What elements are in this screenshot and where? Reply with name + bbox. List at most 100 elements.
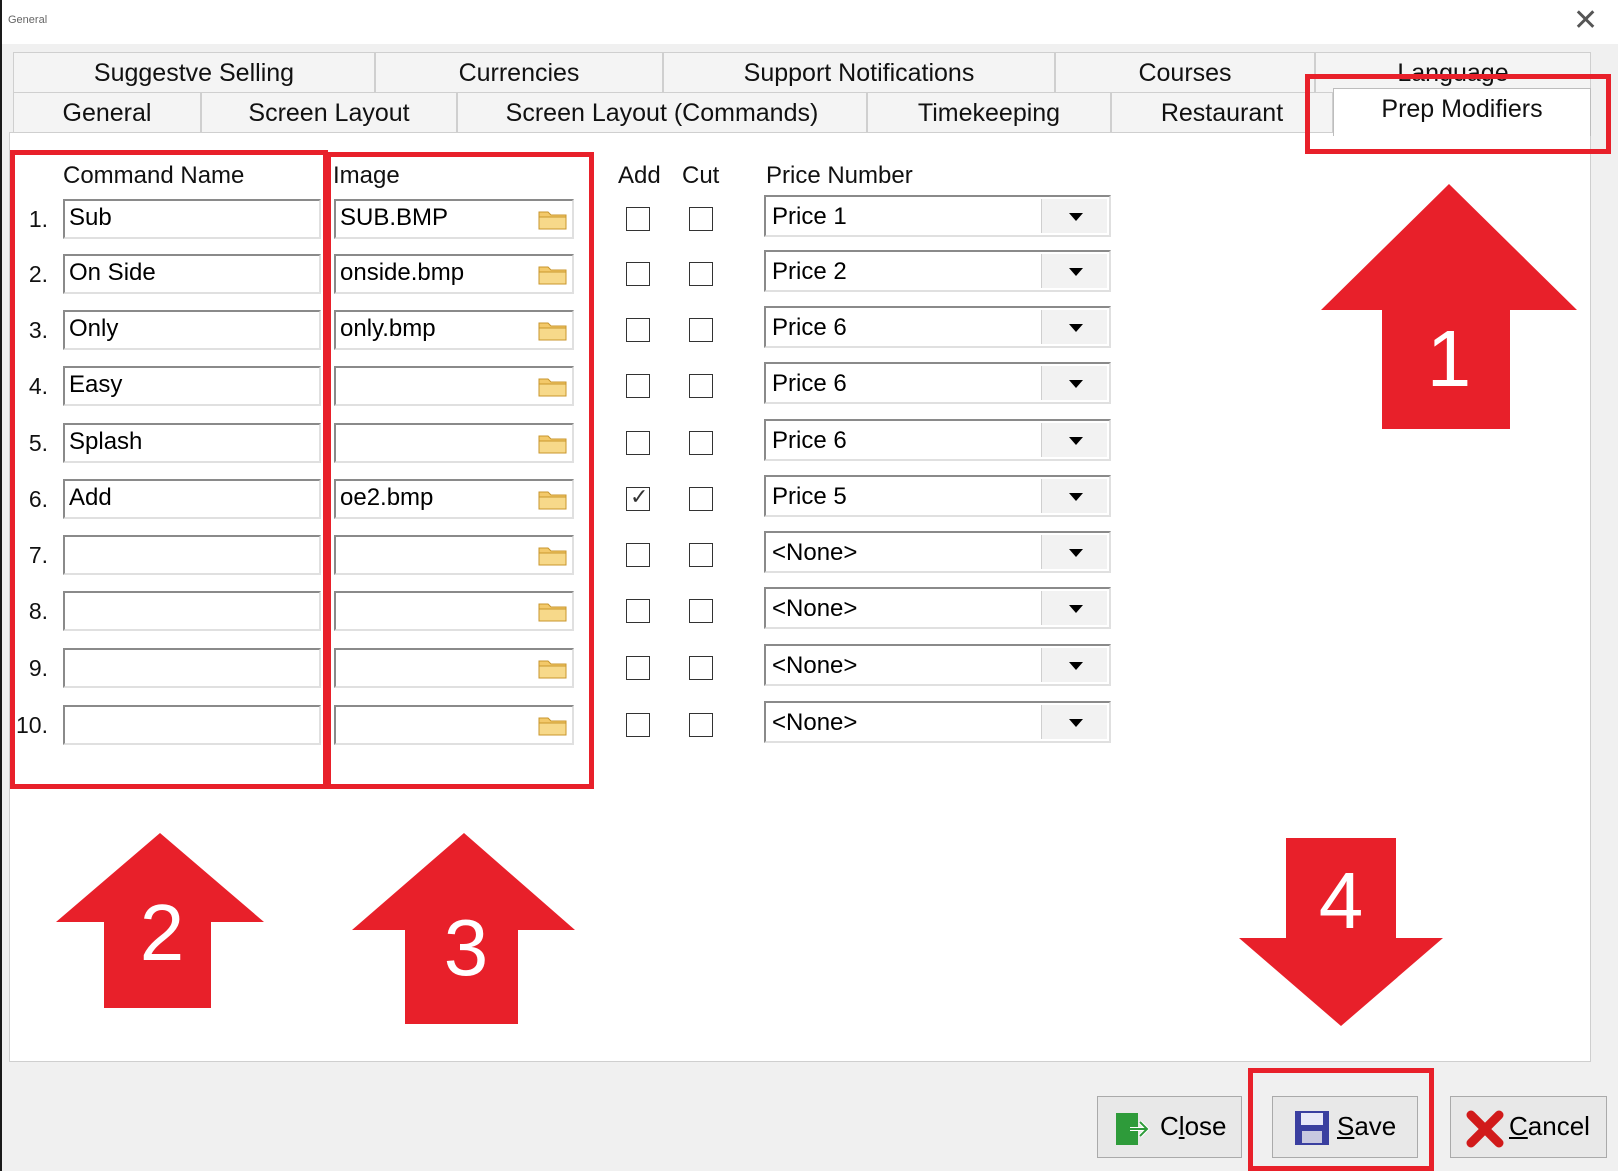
tab-restaurant[interactable]: Restaurant bbox=[1111, 92, 1333, 132]
tab-label: Screen Layout (Commands) bbox=[505, 99, 819, 127]
tab-currencies[interactable]: Currencies bbox=[375, 52, 663, 92]
cut-checkbox[interactable] bbox=[689, 318, 713, 342]
red-x-icon bbox=[1466, 1110, 1504, 1148]
cut-checkbox[interactable] bbox=[689, 656, 713, 680]
price-number-value: <None> bbox=[772, 709, 858, 736]
tab-label: Screen Layout bbox=[248, 99, 410, 127]
window-title: General bbox=[8, 14, 48, 26]
dropdown-button[interactable] bbox=[1041, 254, 1107, 288]
price-number-value: <None> bbox=[772, 652, 858, 679]
close-icon[interactable]: ✕ bbox=[1573, 6, 1598, 36]
price-number-value: Price 2 bbox=[772, 258, 847, 285]
exit-door-icon bbox=[1116, 1113, 1150, 1145]
dropdown-button[interactable] bbox=[1041, 199, 1107, 233]
add-checkbox[interactable] bbox=[626, 431, 650, 455]
annotation-label-4: 4 bbox=[1319, 856, 1364, 945]
tab-label: Support Notifications bbox=[743, 59, 975, 87]
add-checkbox[interactable] bbox=[626, 543, 650, 567]
tab-label: Restaurant bbox=[1160, 99, 1284, 127]
chevron-down-icon bbox=[1069, 213, 1083, 221]
header-add: Add bbox=[618, 162, 661, 189]
chevron-down-icon bbox=[1069, 549, 1083, 557]
chevron-down-icon bbox=[1069, 662, 1083, 670]
cut-checkbox[interactable] bbox=[689, 431, 713, 455]
dropdown-button[interactable] bbox=[1041, 310, 1107, 344]
save-button[interactable]: Save bbox=[1272, 1096, 1418, 1158]
tab-support-notifications[interactable]: Support Notifications bbox=[663, 52, 1055, 92]
price-number-select[interactable]: <None> bbox=[764, 587, 1111, 629]
dropdown-button[interactable] bbox=[1041, 366, 1107, 400]
annotation-label-1: 1 bbox=[1427, 314, 1472, 403]
chevron-down-icon bbox=[1069, 493, 1083, 501]
floppy-disk-icon bbox=[1295, 1111, 1329, 1145]
add-checkbox[interactable] bbox=[626, 207, 650, 231]
price-number-value: Price 5 bbox=[772, 483, 847, 510]
annotation-arrow-2: 2 bbox=[56, 833, 264, 1008]
cancel-button-label: Cancel bbox=[1509, 1111, 1590, 1141]
dropdown-button[interactable] bbox=[1041, 591, 1107, 625]
annotation-arrow-1: 1 bbox=[1321, 184, 1577, 429]
highlight-image-column bbox=[326, 152, 594, 789]
add-checkbox[interactable] bbox=[626, 262, 650, 286]
price-number-value: Price 6 bbox=[772, 314, 847, 341]
cancel-button[interactable]: Cancel bbox=[1450, 1096, 1607, 1158]
dropdown-button[interactable] bbox=[1041, 479, 1107, 513]
tab-prep-modifiers[interactable]: Prep Modifiers bbox=[1333, 88, 1591, 136]
dropdown-button[interactable] bbox=[1041, 423, 1107, 457]
price-number-select[interactable]: Price 5 bbox=[764, 475, 1111, 517]
header-cut: Cut bbox=[682, 162, 720, 189]
price-number-select[interactable]: <None> bbox=[764, 531, 1111, 573]
close-button[interactable]: Close bbox=[1097, 1096, 1242, 1158]
dropdown-button[interactable] bbox=[1041, 648, 1107, 682]
header-price-number: Price Number bbox=[766, 162, 913, 189]
tab-general[interactable]: General bbox=[13, 92, 201, 132]
price-number-value: <None> bbox=[772, 595, 858, 622]
tab-label: Prep Modifiers bbox=[1381, 95, 1543, 123]
price-number-select[interactable]: Price 6 bbox=[764, 306, 1111, 348]
cut-checkbox[interactable] bbox=[689, 487, 713, 511]
add-checkbox[interactable] bbox=[626, 713, 650, 737]
add-checkbox[interactable] bbox=[626, 656, 650, 680]
annotation-label-3: 3 bbox=[444, 903, 489, 992]
dropdown-button[interactable] bbox=[1041, 705, 1107, 739]
price-number-value: Price 6 bbox=[772, 427, 847, 454]
price-number-select[interactable]: <None> bbox=[764, 644, 1111, 686]
tab-label: Suggestve Selling bbox=[93, 59, 295, 87]
cut-checkbox[interactable] bbox=[689, 207, 713, 231]
tab-timekeeping[interactable]: Timekeeping bbox=[867, 92, 1111, 132]
chevron-down-icon bbox=[1069, 437, 1083, 445]
tab-suggestive-selling[interactable]: Suggestve Selling bbox=[13, 52, 375, 92]
price-number-select[interactable]: <None> bbox=[764, 701, 1111, 743]
price-number-select[interactable]: Price 2 bbox=[764, 250, 1111, 292]
annotation-label-2: 2 bbox=[140, 888, 185, 977]
add-checkbox[interactable] bbox=[626, 374, 650, 398]
tab-screen-layout[interactable]: Screen Layout bbox=[201, 92, 457, 132]
tab-label: Timekeeping bbox=[917, 99, 1061, 127]
price-number-select[interactable]: Price 6 bbox=[764, 419, 1111, 461]
checkmark-icon: ✓ bbox=[630, 484, 649, 509]
dropdown-button[interactable] bbox=[1041, 535, 1107, 569]
add-checkbox[interactable]: ✓ bbox=[626, 484, 650, 511]
price-number-value: Price 6 bbox=[772, 370, 847, 397]
chevron-down-icon bbox=[1069, 268, 1083, 276]
cut-checkbox[interactable] bbox=[689, 713, 713, 737]
price-number-select[interactable]: Price 6 bbox=[764, 362, 1111, 404]
cut-checkbox[interactable] bbox=[689, 543, 713, 567]
cut-checkbox[interactable] bbox=[689, 262, 713, 286]
cut-checkbox[interactable] bbox=[689, 374, 713, 398]
chevron-down-icon bbox=[1069, 380, 1083, 388]
add-checkbox[interactable] bbox=[626, 318, 650, 342]
chevron-down-icon bbox=[1069, 324, 1083, 332]
window-edge bbox=[0, 0, 2, 1171]
price-number-select[interactable]: Price 1 bbox=[764, 195, 1111, 237]
price-number-value: <None> bbox=[772, 539, 858, 566]
tab-label: Courses bbox=[1138, 59, 1232, 87]
tab-courses[interactable]: Courses bbox=[1055, 52, 1315, 92]
chevron-down-icon bbox=[1069, 605, 1083, 613]
cut-checkbox[interactable] bbox=[689, 599, 713, 623]
title-bar: General ✕ bbox=[0, 0, 1618, 44]
annotation-arrow-3: 3 bbox=[352, 833, 575, 1024]
tab-label: Currencies bbox=[458, 59, 580, 87]
add-checkbox[interactable] bbox=[626, 599, 650, 623]
tab-screen-layout-commands[interactable]: Screen Layout (Commands) bbox=[457, 92, 867, 132]
